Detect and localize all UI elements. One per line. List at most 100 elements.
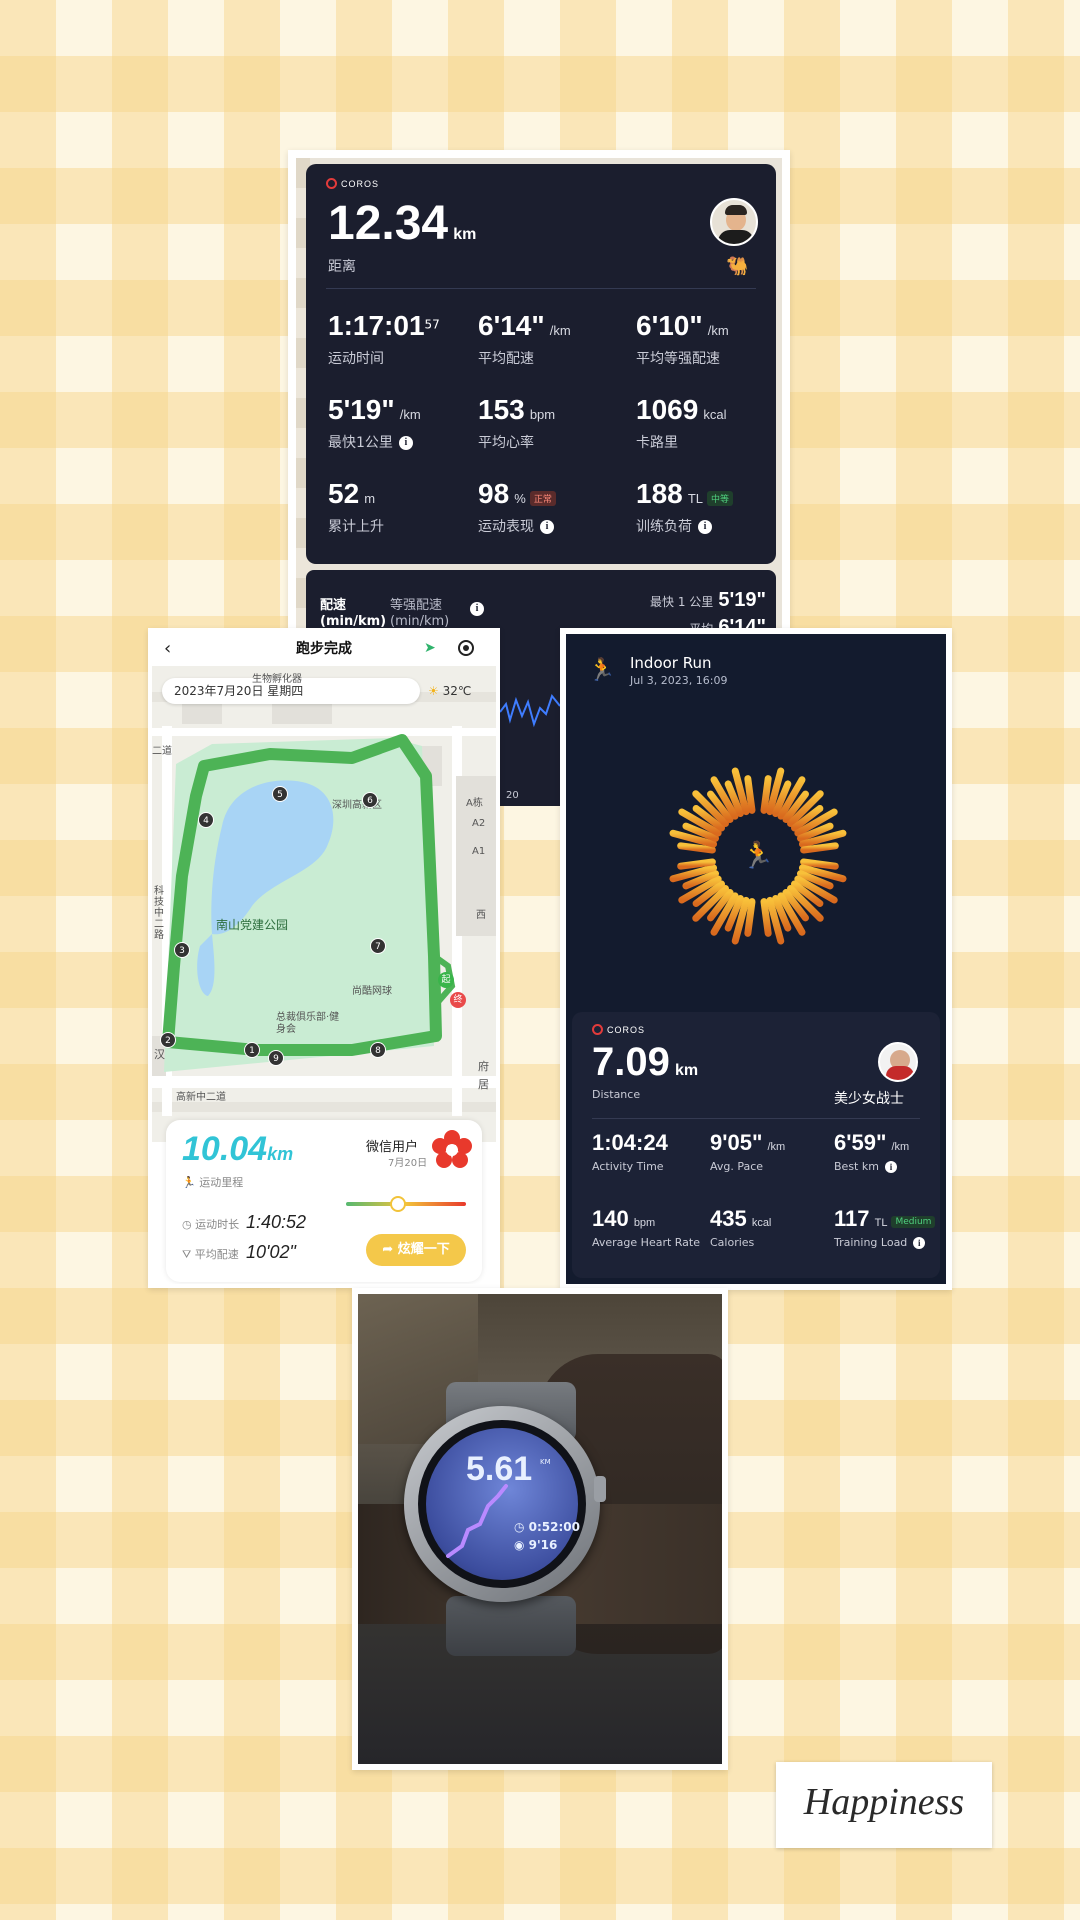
end-marker[interactable]: 终 (450, 992, 466, 1008)
distance-value: 12.34 (328, 197, 449, 250)
info-icon[interactable]: i (470, 602, 484, 616)
stat-4: 5'19" /km 最快1公里 i (328, 396, 421, 452)
route-marker[interactable]: 1 (244, 1042, 260, 1058)
watch-unit: KM (540, 1458, 551, 1466)
sunburst-ray (800, 858, 839, 870)
back-icon[interactable]: ‹ (164, 638, 171, 659)
activity-title: Indoor Run (630, 654, 712, 672)
distance-label: 🏃 运动里程 (182, 1176, 244, 1189)
clock-icon: ◷ (182, 1218, 192, 1231)
distance-readout: 12.34 km (328, 200, 476, 248)
pace-line (499, 693, 561, 728)
start-marker[interactable]: 起 (438, 972, 454, 988)
divider (326, 288, 756, 289)
info-icon[interactable]: i (913, 1237, 926, 1249)
stat-unit: % (514, 491, 526, 506)
stat-value: 6'14" (478, 310, 545, 341)
watch-crown[interactable] (594, 1476, 606, 1502)
user-date: 7月20日 (388, 1158, 428, 1169)
route-marker[interactable]: 7 (370, 938, 386, 954)
stat-tag: 正常 (529, 491, 556, 506)
stat-unit: bpm (633, 1217, 656, 1229)
stat-tag: 中等 (706, 491, 733, 506)
route-marker[interactable]: 9 (268, 1050, 284, 1066)
duration-value: 1:40:52 (246, 1212, 307, 1232)
divider (592, 1118, 920, 1119)
info-icon[interactable]: i (398, 436, 413, 450)
happiness-sticker: Happiness (776, 1762, 992, 1848)
avatar[interactable] (710, 198, 758, 246)
stat-5: 435 kcal Calories (710, 1208, 820, 1250)
watch-pace: ◉ 9'16 (514, 1538, 558, 1552)
stat-value: 140 (592, 1206, 629, 1231)
avatar[interactable] (878, 1042, 918, 1082)
stat-label: 运动时间 (328, 351, 384, 367)
indoor-stats-panel: COROS 7.09 km Distance 美少女战士 1:04:24 Acti… (572, 1012, 940, 1278)
road-label: 高新中二道 (176, 1092, 226, 1103)
stat-9: 188 TL 中等 训练负荷 i (636, 480, 733, 536)
activity-sunburst: 🏃 (666, 764, 850, 948)
map-canvas (152, 692, 496, 1116)
label-er: 二道 (152, 746, 172, 757)
stat-label: 平均等强配速 (636, 351, 720, 367)
stat-value: 52 (328, 478, 360, 509)
stat-tag: Medium (891, 1215, 936, 1228)
distance-readout: 10.04km (182, 1130, 293, 1169)
stat-unit: kcal (703, 407, 727, 422)
stat-unit: m (364, 491, 376, 506)
indoor-run-screenshot: 🏃 Indoor Run Jul 3, 2023, 16:09 🏃 COROS … (560, 628, 952, 1290)
stat-label: Average Heart Rate (592, 1236, 701, 1249)
locate-icon[interactable]: ➤ (424, 640, 436, 656)
watch-strap-bottom (446, 1596, 576, 1656)
info-icon[interactable]: i (540, 520, 554, 534)
sunburst-ray (744, 775, 756, 814)
info-icon[interactable]: i (698, 520, 712, 534)
info-icon[interactable]: i (884, 1161, 897, 1173)
share-icon: ➦ (382, 1242, 394, 1257)
fastest-value: 5'19" (718, 589, 766, 611)
camel-badge-icon: 🐫 (726, 256, 749, 277)
stat-2: 6'14" /km 平均配速 (478, 312, 571, 368)
stat-value: 9'05" (710, 1130, 763, 1155)
settings-icon[interactable] (458, 640, 474, 656)
stat-label: 卡路里 (636, 435, 678, 451)
label-fu: 府 (478, 1060, 489, 1073)
distance-unit: km (267, 1144, 294, 1164)
stat-unit: bpm (529, 407, 556, 422)
stat-unit: TL (874, 1217, 888, 1229)
stat-label: Best km (834, 1160, 879, 1173)
stat-unit: /km (707, 323, 729, 338)
stat-unit: /km (549, 323, 571, 338)
share-button[interactable]: ➦ 炫耀一下 (366, 1234, 466, 1266)
route-marker[interactable]: 4 (198, 812, 214, 828)
run-route-map[interactable]: 2023年7月20日 星期四 ☀ 32℃ 南山党建公园 深圳高新区 尚酷网球 总… (152, 666, 496, 1142)
map-run-screenshot: 跑步完成 ‹ ➤ 2023年7月20日 星期四 ☀ 32℃ 南山党建公园 深圳高… (148, 628, 500, 1288)
watch-photo: 5.61 KM ◷ 0:52:00 ◉ 9'16 (352, 1288, 728, 1770)
coros-logo: COROS (592, 1024, 645, 1035)
stat-value: 98 (478, 478, 510, 509)
stat-label: Activity Time (592, 1160, 664, 1173)
route-marker[interactable]: 2 (160, 1032, 176, 1048)
happiness-text: Happiness (803, 1781, 965, 1823)
stat-4: 140 bpm Average Heart Rate (592, 1208, 702, 1250)
route-marker[interactable]: 6 (362, 792, 378, 808)
pace-gradient-bar (346, 1202, 466, 1206)
run-summary-card: 10.04km 🏃 运动里程 微信用户 7月20日 ◷ 运动时长 1:40:52… (166, 1120, 482, 1282)
route-marker[interactable]: 8 (370, 1042, 386, 1058)
pace-chart-remnant: 20 (499, 630, 561, 806)
summary-panel: COROS 12.34 km 距离 🐫 1:17:0157 运动时间 6'14" /… (306, 164, 776, 564)
stat-label: 平均配速 (478, 351, 534, 367)
distance-readout: 7.09 km (592, 1042, 698, 1082)
building-label-a2: A2 (472, 818, 486, 829)
distance-unit: km (674, 1062, 699, 1079)
label-han: 汉 (154, 1048, 165, 1061)
stat-label: 平均心率 (478, 435, 534, 451)
distance-unit: km (453, 226, 477, 243)
pace-value: 10'02" (246, 1242, 296, 1262)
watch-time: ◷ 0:52:00 (514, 1520, 581, 1534)
route-marker[interactable]: 3 (174, 942, 190, 958)
route-marker[interactable]: 5 (272, 786, 288, 802)
equal-pace-label: 等强配速 (390, 598, 443, 613)
flower-avatar[interactable] (432, 1130, 472, 1170)
shoe-icon: ⛛ (182, 1248, 192, 1261)
